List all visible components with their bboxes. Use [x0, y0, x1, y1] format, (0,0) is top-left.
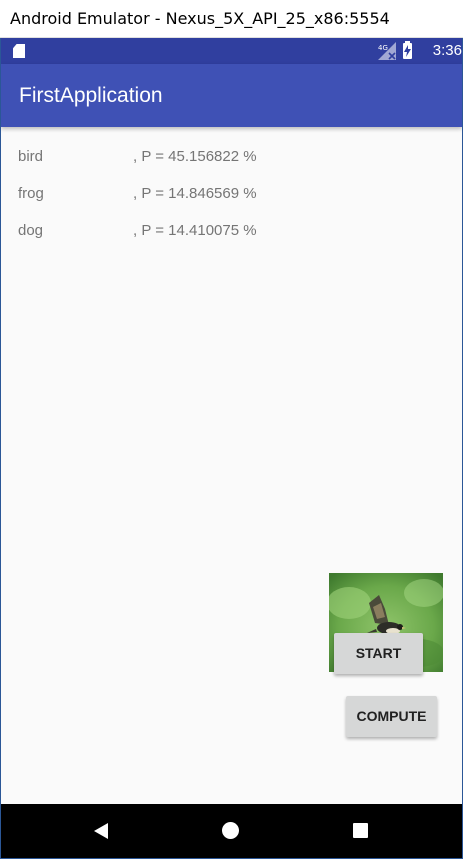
battery-charging-icon	[403, 41, 412, 59]
emulator-window-titlebar[interactable]: Android Emulator - Nexus_5X_API_25_x86:5…	[0, 0, 463, 38]
result-probability: , P = 14.410075 %	[133, 222, 257, 239]
recents-icon[interactable]	[353, 823, 368, 838]
compute-button[interactable]: COMPUTE	[346, 696, 437, 737]
result-row: dog , P = 14.410075 %	[1, 222, 462, 244]
app-bar: FirstApplication	[1, 64, 462, 127]
result-probability: , P = 45.156822 %	[133, 148, 257, 165]
app-title: FirstApplication	[19, 84, 163, 107]
result-label: dog	[18, 222, 44, 239]
device-screen: 4G 3:36 FirstApplication bird , P = 45.1…	[1, 38, 462, 858]
home-icon[interactable]	[222, 822, 239, 839]
status-bar: 4G 3:36	[1, 38, 462, 64]
sd-card-icon	[13, 44, 25, 58]
charging-bolt-icon	[404, 45, 411, 57]
start-button[interactable]: START	[334, 633, 423, 674]
result-row: bird , P = 45.156822 %	[1, 148, 462, 170]
window-title: Android Emulator - Nexus_5X_API_25_x86:5…	[10, 9, 390, 28]
status-clock: 3:36	[432, 42, 462, 59]
navigation-bar	[1, 804, 462, 858]
result-label: bird	[18, 148, 44, 165]
result-row: frog , P = 14.846569 %	[1, 185, 462, 207]
result-probability: , P = 14.846569 %	[133, 185, 257, 202]
result-label: frog	[18, 185, 44, 202]
signal-icon: 4G	[378, 42, 396, 60]
back-icon[interactable]	[92, 822, 110, 840]
network-type-label: 4G	[378, 44, 388, 52]
